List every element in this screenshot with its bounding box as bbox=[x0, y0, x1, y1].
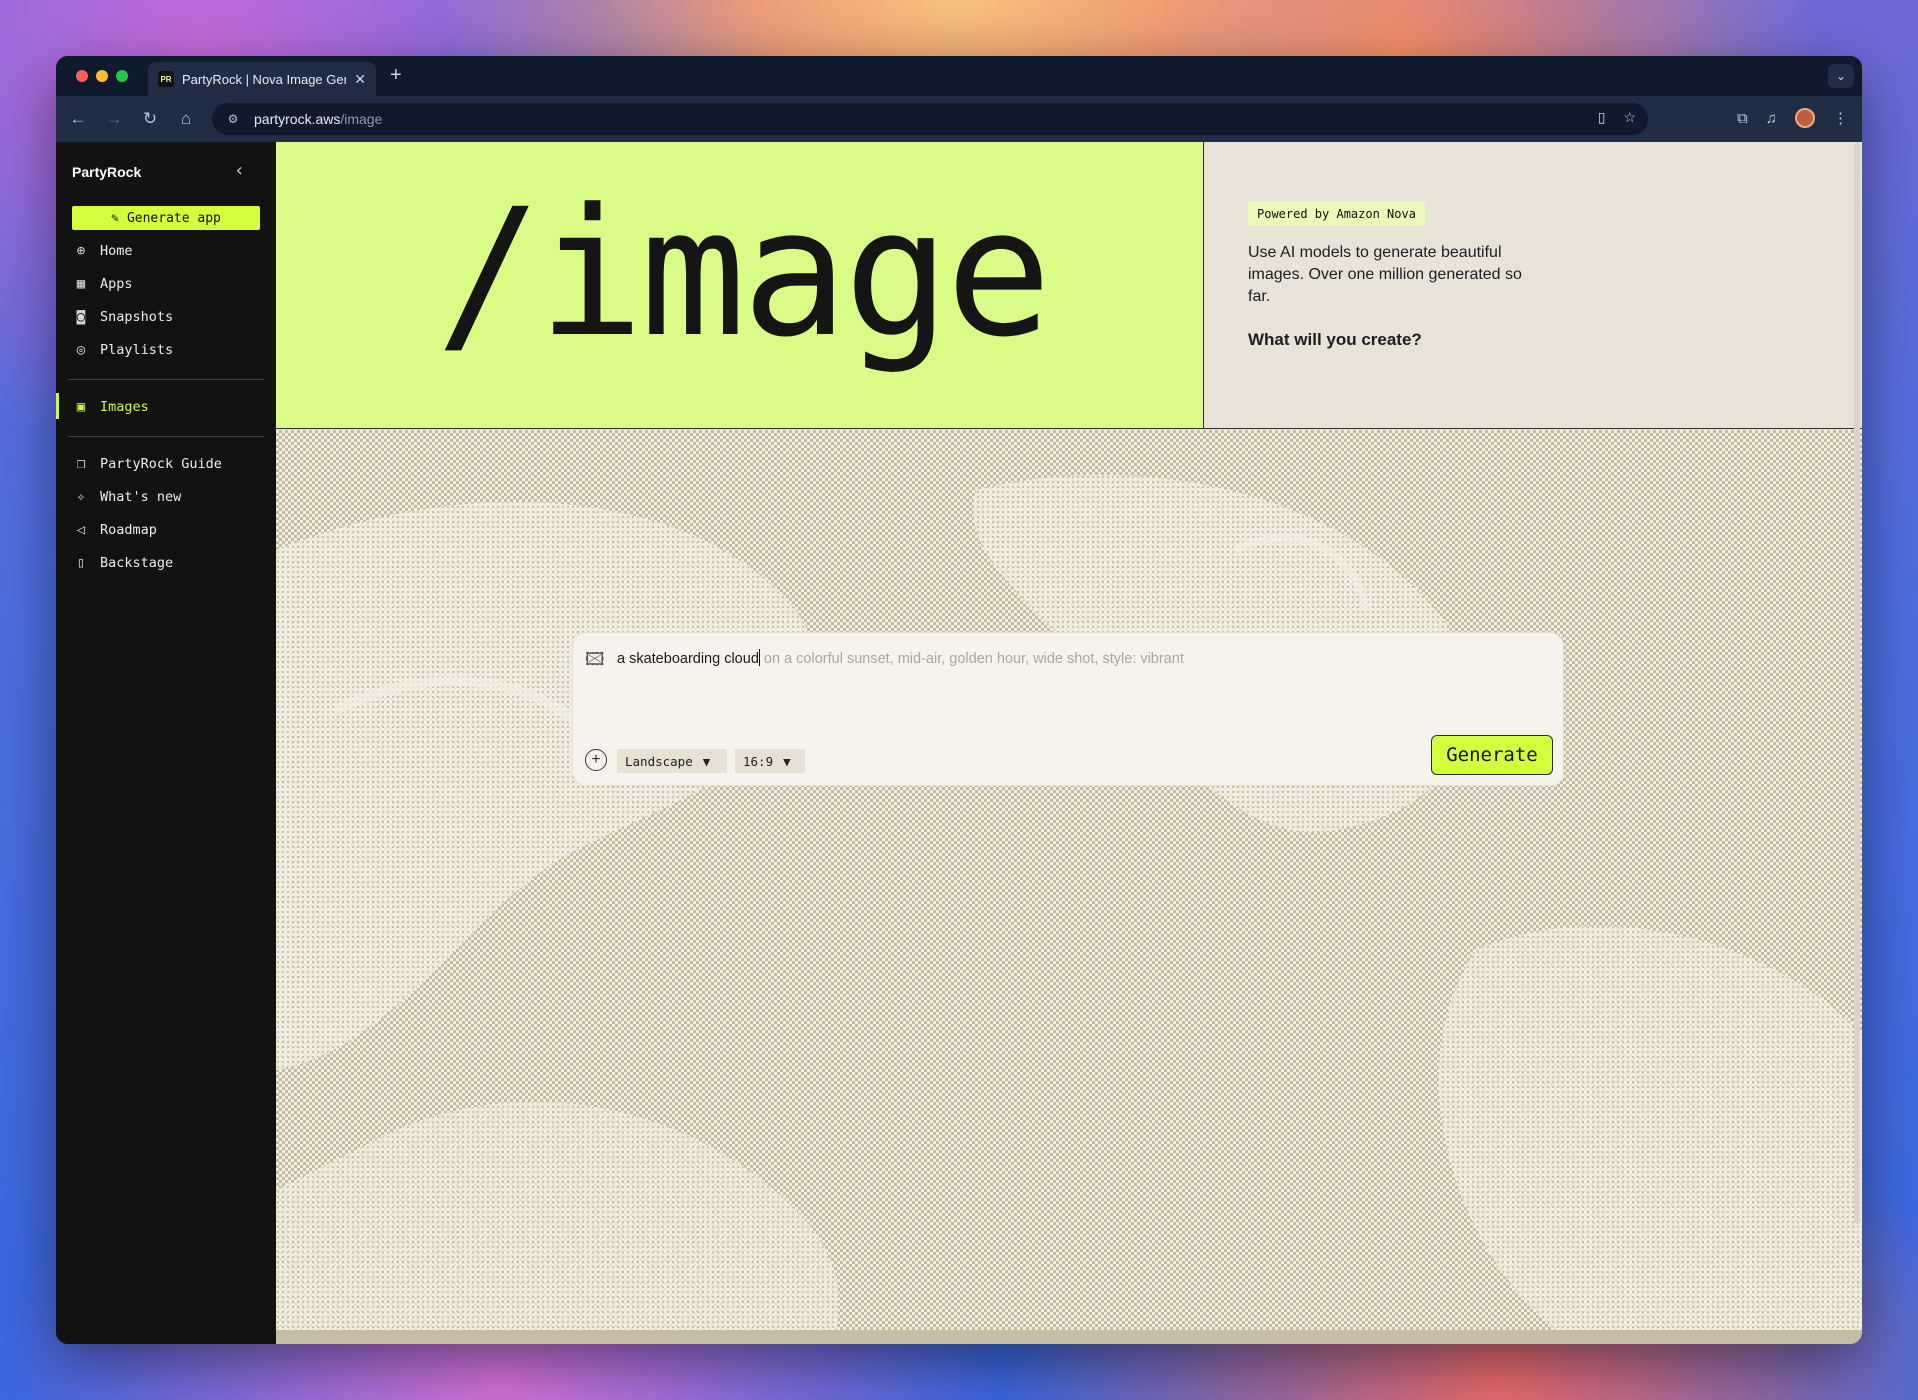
bookmark-star-icon[interactable]: ☆ bbox=[1623, 109, 1636, 126]
dithered-background-image bbox=[276, 430, 1862, 1344]
sidebar-item-snapshots[interactable]: ◙ Snapshots bbox=[72, 300, 262, 333]
prompt-input[interactable]: a skateboarding cloud on a colorful suns… bbox=[617, 649, 1184, 667]
camera-icon: ◙ bbox=[76, 308, 86, 325]
orientation-value: Landscape bbox=[625, 753, 693, 769]
globe-icon: ⊕ bbox=[76, 242, 86, 259]
sidebar-item-label: Images bbox=[100, 398, 149, 415]
secondary-nav: ❒ PartyRock Guide ✧ What's new ◁ Roadmap… bbox=[72, 447, 262, 579]
background-art bbox=[276, 430, 1862, 1330]
page-title: /image bbox=[436, 171, 1052, 376]
close-tab-icon[interactable]: ✕ bbox=[354, 71, 366, 88]
book-icon: ❒ bbox=[76, 455, 86, 472]
address-bar[interactable]: ⚙ partyrock.aws/image ▯ ☆ bbox=[212, 103, 1648, 135]
sidebar-item-label: Snapshots bbox=[100, 308, 174, 325]
sidebar-item-playlists[interactable]: ◎ Playlists bbox=[72, 333, 262, 366]
tab-bar: PR PartyRock | Nova Image Generator ✕ + … bbox=[56, 56, 1862, 96]
generate-app-label: Generate app bbox=[126, 210, 221, 226]
main-content: /image Powered by Amazon Nova Use AI mod… bbox=[276, 142, 1862, 1344]
media-control-icon[interactable]: ♫ bbox=[1766, 110, 1777, 127]
window-controls bbox=[76, 70, 128, 82]
aspect-ratio-value: 16:9 bbox=[743, 753, 774, 769]
browser-tab[interactable]: PR PartyRock | Nova Image Generator ✕ bbox=[148, 62, 376, 96]
forward-icon[interactable]: → bbox=[96, 109, 132, 129]
powered-by-badge: Powered by Amazon Nova bbox=[1248, 202, 1425, 226]
minimize-window-button[interactable] bbox=[96, 70, 108, 82]
browser-window: PR PartyRock | Nova Image Generator ✕ + … bbox=[56, 56, 1862, 1344]
add-attachment-icon[interactable]: + bbox=[585, 749, 607, 771]
prompt-box[interactable]: 🖾 a skateboarding cloud on a colorful su… bbox=[572, 632, 1564, 786]
generate-button[interactable]: Generate bbox=[1431, 735, 1553, 775]
door-icon: ▯ bbox=[76, 554, 86, 571]
magic-wand-icon: ✎ bbox=[111, 210, 119, 226]
sidebar: PartyRock ‹ ✎ Generate app ⊕ Home ▦ Apps… bbox=[56, 142, 276, 1344]
sidebar-item-backstage[interactable]: ▯ Backstage bbox=[72, 546, 262, 579]
collapse-sidebar-icon[interactable]: ‹ bbox=[234, 160, 245, 181]
home-icon[interactable]: ⌂ bbox=[168, 109, 204, 129]
sidebar-item-guide[interactable]: ❒ PartyRock Guide bbox=[72, 447, 262, 480]
sidebar-item-apps[interactable]: ▦ Apps bbox=[72, 267, 262, 300]
sidebar-item-label: PartyRock Guide bbox=[100, 455, 222, 472]
prompt-value: a skateboarding cloud bbox=[617, 651, 759, 667]
images-nav: ▣ Images bbox=[72, 390, 262, 423]
orientation-select[interactable]: Landscape ▼ bbox=[617, 749, 727, 773]
tab-search-chevron-icon[interactable]: ⌄ bbox=[1828, 64, 1854, 88]
sidebar-item-whats-new[interactable]: ✧ What's new bbox=[72, 480, 262, 513]
megaphone-icon: ◁ bbox=[76, 521, 86, 538]
new-tab-icon[interactable]: + bbox=[390, 64, 402, 87]
sidebar-item-label: Playlists bbox=[100, 341, 174, 358]
call-to-action-text: What will you create? bbox=[1248, 330, 1422, 349]
nav-divider bbox=[68, 379, 264, 380]
url-host: partyrock.aws bbox=[254, 111, 341, 127]
text-caret bbox=[758, 649, 760, 666]
profile-avatar[interactable] bbox=[1795, 108, 1815, 128]
layout-icon: ▦ bbox=[76, 275, 86, 292]
close-window-button[interactable] bbox=[76, 70, 88, 82]
sidebar-item-images[interactable]: ▣ Images bbox=[72, 390, 262, 423]
dropdown-arrow-icon: ▼ bbox=[783, 753, 791, 769]
sidebar-item-label: Backstage bbox=[100, 554, 174, 571]
hero-panel: /image bbox=[276, 142, 1204, 429]
sidebar-item-home[interactable]: ⊕ Home bbox=[72, 234, 262, 267]
browser-menu-icon[interactable]: ⋮ bbox=[1833, 109, 1848, 127]
info-panel: Powered by Amazon Nova Use AI models to … bbox=[1204, 142, 1862, 429]
sidebar-item-label: What's new bbox=[100, 488, 182, 505]
description-text: Use AI models to generate beautiful imag… bbox=[1248, 244, 1522, 305]
page-info-icon[interactable]: ▯ bbox=[1598, 109, 1606, 126]
url-path: /image bbox=[340, 111, 383, 127]
tab-title: PartyRock | Nova Image Generator bbox=[182, 71, 346, 87]
site-settings-icon[interactable]: ⚙ bbox=[224, 110, 242, 128]
sidebar-item-label: Roadmap bbox=[100, 521, 157, 538]
generate-app-button[interactable]: ✎ Generate app bbox=[72, 206, 260, 230]
nav-divider bbox=[68, 436, 264, 437]
extensions-icon[interactable]: ⧉ bbox=[1737, 110, 1748, 127]
sidebar-item-label: Apps bbox=[100, 275, 133, 292]
playlist-icon: ◎ bbox=[76, 341, 86, 358]
brand-logo[interactable]: PartyRock bbox=[72, 164, 141, 180]
aspect-ratio-select[interactable]: 16:9 ▼ bbox=[735, 749, 805, 773]
browser-toolbar: ← → ↻ ⌂ ⚙ partyrock.aws/image ▯ ☆ ⧉ ♫ ⋮ bbox=[56, 96, 1862, 142]
zoom-window-button[interactable] bbox=[116, 70, 128, 82]
back-icon[interactable]: ← bbox=[60, 109, 96, 129]
sparkle-icon: ✧ bbox=[76, 488, 86, 505]
sidebar-item-roadmap[interactable]: ◁ Roadmap bbox=[72, 513, 262, 546]
reload-icon[interactable]: ↻ bbox=[132, 109, 168, 129]
page-scrollbar[interactable] bbox=[1854, 142, 1860, 1224]
prompt-placeholder: on a colorful sunset, mid-air, golden ho… bbox=[763, 651, 1184, 667]
dropdown-arrow-icon: ▼ bbox=[702, 753, 711, 769]
active-indicator bbox=[56, 393, 59, 419]
primary-nav: ⊕ Home ▦ Apps ◙ Snapshots ◎ Playlists bbox=[72, 234, 262, 366]
image-icon: ▣ bbox=[76, 398, 86, 415]
favicon-icon: PR bbox=[158, 71, 174, 87]
sidebar-item-label: Home bbox=[100, 242, 133, 259]
image-prompt-icon: 🖾 bbox=[585, 649, 605, 669]
